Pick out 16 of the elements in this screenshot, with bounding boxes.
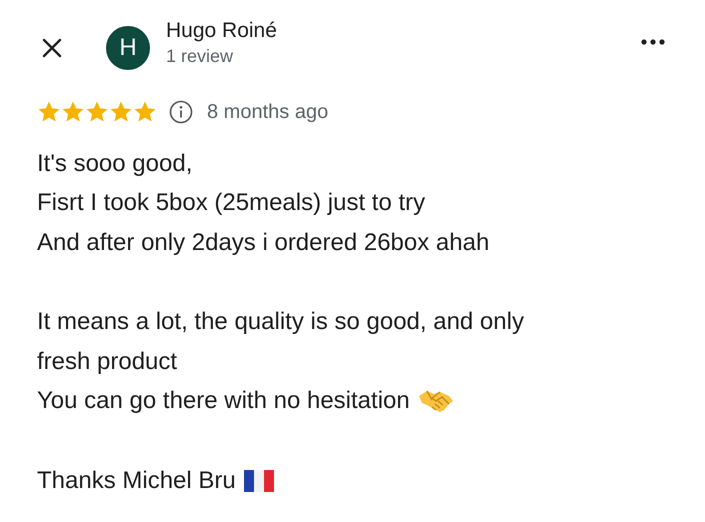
- review-time: 8 months ago: [207, 100, 328, 124]
- review-text-line: And after only 2days i ordered 26box ahah: [37, 228, 490, 257]
- handshake-icon: [418, 388, 454, 414]
- review-text-line: You can go there with no hesitation: [37, 387, 410, 416]
- avatar: H: [106, 26, 150, 70]
- review-text-line: fresh product: [37, 348, 178, 376]
- review-count: 1 review: [166, 45, 234, 68]
- more-icon[interactable]: [641, 39, 665, 45]
- info-icon[interactable]: [169, 100, 193, 124]
- reviewer-name[interactable]: Hugo Roiné: [166, 18, 641, 44]
- close-icon[interactable]: [42, 38, 62, 58]
- review-text-line: It means a lot, the quality is so good, and only: [37, 308, 524, 336]
- review-text-line: Fisrt I took 5box (25meals) just to try: [37, 189, 426, 218]
- review-text-line: Thanks Michel Bru: [37, 466, 236, 495]
- review-text-line: It's sooo good,: [37, 150, 192, 178]
- flag-icon: [244, 470, 274, 492]
